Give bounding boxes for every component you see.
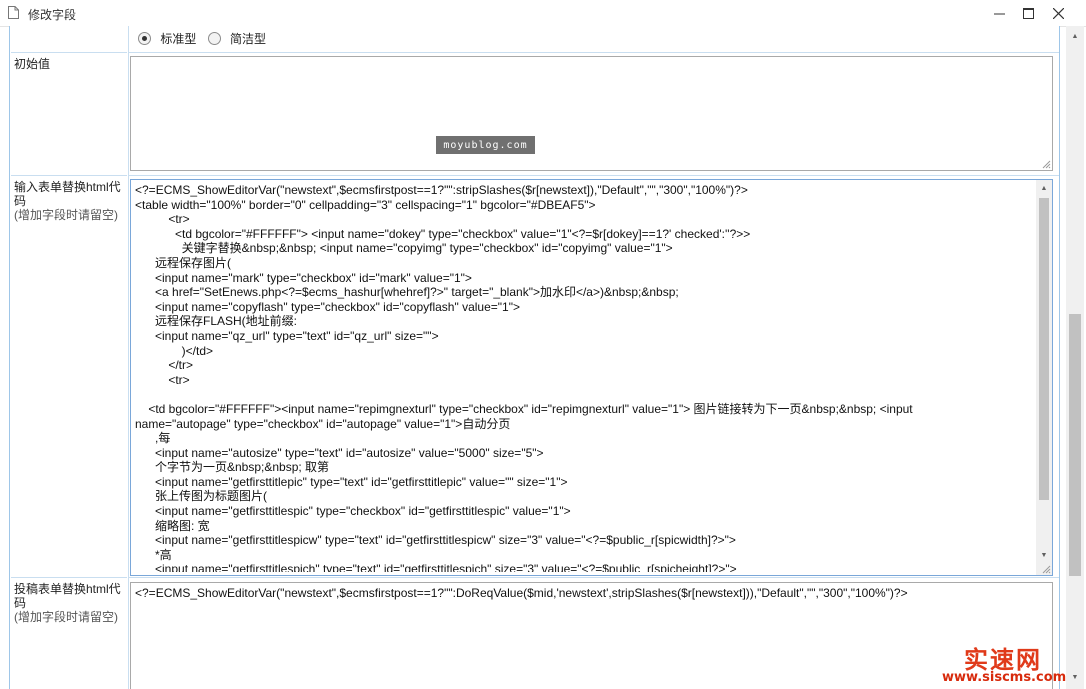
radio-simple-label: 简洁型 xyxy=(230,32,267,46)
editor-type-field-cell xyxy=(128,26,1059,53)
initial-value-textarea[interactable] xyxy=(130,56,1053,171)
scroll-down-icon[interactable]: ▼ xyxy=(1036,547,1052,563)
page-scroll-thumb[interactable] xyxy=(1069,314,1081,576)
resize-grip-icon xyxy=(1042,160,1051,169)
radio-simple[interactable] xyxy=(207,32,221,45)
submit-form-label: 投稿表单替换html代码 xyxy=(14,582,121,610)
corner-logo: 实速网 www.siscms.com xyxy=(942,640,1086,689)
page-scroll-up-icon[interactable]: ▲ xyxy=(1066,28,1084,44)
maximize-icon xyxy=(1022,7,1034,19)
corner-logo-url: www.siscms.com xyxy=(942,670,1067,685)
resize-grip-icon xyxy=(1042,565,1051,574)
minimize-button[interactable] xyxy=(985,2,1013,24)
minimize-icon xyxy=(993,13,1005,14)
submit-form-code: <?=ECMS_ShowEditorVar("newstext",$ecmsfi… xyxy=(135,586,908,600)
submit-form-code-textarea[interactable]: <?=ECMS_ShowEditorVar("newstext",$ecmsfi… xyxy=(130,582,1053,689)
submit-form-label-cell: 投稿表单替换html代码 (增加字段时请留空) xyxy=(11,578,127,689)
radio-standard[interactable] xyxy=(138,32,151,45)
page-scrollbar[interactable]: ▲ ▼ xyxy=(1066,26,1084,689)
scroll-thumb[interactable] xyxy=(1039,198,1049,500)
input-form-label-wrap: 输入表单替换html代码 (增加字段时请留空) xyxy=(14,180,124,222)
input-form-label-cell: 输入表单替换html代码 (增加字段时请留空) xyxy=(11,176,127,578)
input-form-label: 输入表单替换html代码 xyxy=(14,180,121,208)
editor-type-label-cell xyxy=(11,26,127,53)
close-button[interactable] xyxy=(1044,2,1072,24)
input-form-hint: (增加字段时请留空) xyxy=(14,208,118,222)
input-form-code-textarea[interactable]: <?=ECMS_ShowEditorVar("newstext",$ecmsfi… xyxy=(130,179,1053,576)
close-icon xyxy=(1052,7,1064,19)
document-icon xyxy=(8,6,19,19)
maximize-button[interactable] xyxy=(1014,2,1042,24)
input-form-code: <?=ECMS_ShowEditorVar("newstext",$ecmsfi… xyxy=(135,183,913,572)
window-titlebar: 修改字段 xyxy=(0,0,1086,27)
initial-value-label: 初始值 xyxy=(14,57,51,71)
radio-standard-label: 标准型 xyxy=(160,32,197,46)
scroll-up-icon[interactable]: ▲ xyxy=(1036,180,1052,196)
watermark: moyublog.com xyxy=(436,136,535,154)
submit-form-hint: (增加字段时请留空) xyxy=(14,610,118,624)
editor-type-radio-group: 标准型 简洁型 xyxy=(130,30,266,47)
window-title: 修改字段 xyxy=(28,8,77,22)
initial-value-label-cell: 初始值 xyxy=(11,53,127,176)
submit-form-label-wrap: 投稿表单替换html代码 (增加字段时请留空) xyxy=(14,582,124,624)
input-form-scrollbar[interactable]: ▲ ▼ xyxy=(1036,180,1052,575)
